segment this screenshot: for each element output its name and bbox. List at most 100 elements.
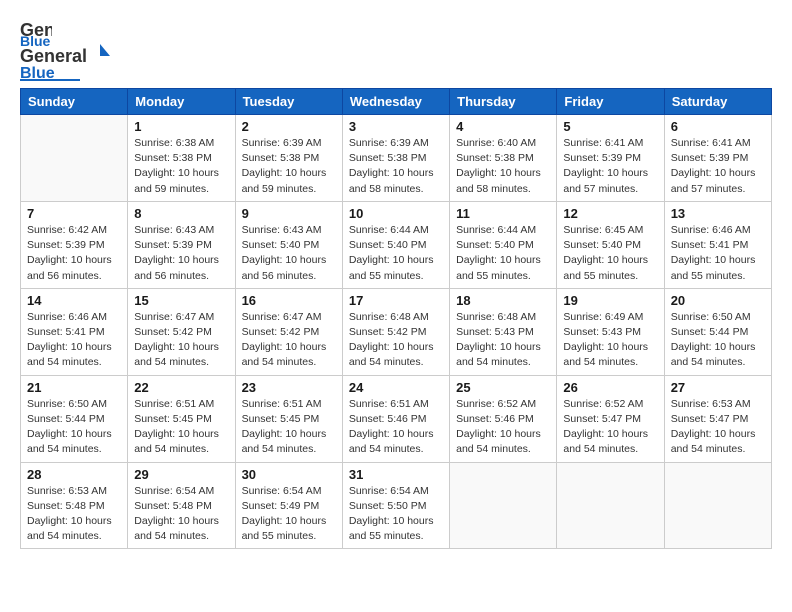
day-number: 9	[242, 206, 336, 221]
calendar-cell	[450, 462, 557, 549]
day-info: Sunrise: 6:43 AMSunset: 5:39 PMDaylight:…	[134, 223, 228, 284]
day-info: Sunrise: 6:41 AMSunset: 5:39 PMDaylight:…	[563, 136, 657, 197]
calendar-cell: 24 Sunrise: 6:51 AMSunset: 5:46 PMDayligh…	[342, 375, 449, 462]
calendar-cell: 4 Sunrise: 6:40 AMSunset: 5:38 PMDaylight…	[450, 115, 557, 202]
day-number: 30	[242, 467, 336, 482]
day-info: Sunrise: 6:43 AMSunset: 5:40 PMDaylight:…	[242, 223, 336, 284]
day-info: Sunrise: 6:39 AMSunset: 5:38 PMDaylight:…	[242, 136, 336, 197]
calendar-cell: 1Sunrise: 6:38 AMSunset: 5:38 PMDaylight…	[128, 115, 235, 202]
week-row-4: 21 Sunrise: 6:50 AMSunset: 5:44 PMDayligh…	[21, 375, 772, 462]
calendar-cell: 19 Sunrise: 6:49 AMSunset: 5:43 PMDayligh…	[557, 288, 664, 375]
day-number: 10	[349, 206, 443, 221]
week-row-1: 1Sunrise: 6:38 AMSunset: 5:38 PMDaylight…	[21, 115, 772, 202]
calendar: SundayMondayTuesdayWednesdayThursdayFrid…	[20, 88, 772, 549]
day-header-tuesday: Tuesday	[235, 89, 342, 115]
day-info: Sunrise: 6:50 AMSunset: 5:44 PMDaylight:…	[27, 397, 121, 458]
calendar-cell: 17 Sunrise: 6:48 AMSunset: 5:42 PMDayligh…	[342, 288, 449, 375]
day-number: 17	[349, 293, 443, 308]
calendar-cell: 29 Sunrise: 6:54 AMSunset: 5:48 PMDayligh…	[128, 462, 235, 549]
day-number: 3	[349, 119, 443, 134]
day-info: Sunrise: 6:52 AMSunset: 5:46 PMDaylight:…	[456, 397, 550, 458]
day-number: 24	[349, 380, 443, 395]
day-number: 6	[671, 119, 765, 134]
day-info: Sunrise: 6:41 AMSunset: 5:39 PMDaylight:…	[671, 136, 765, 197]
day-number: 25	[456, 380, 550, 395]
day-number: 31	[349, 467, 443, 482]
day-info: Sunrise: 6:54 AMSunset: 5:49 PMDaylight:…	[242, 484, 336, 545]
day-header-saturday: Saturday	[664, 89, 771, 115]
calendar-cell: 8Sunrise: 6:43 AMSunset: 5:39 PMDaylight…	[128, 201, 235, 288]
calendar-cell: 11 Sunrise: 6:44 AMSunset: 5:40 PMDayligh…	[450, 201, 557, 288]
day-info: Sunrise: 6:48 AMSunset: 5:43 PMDaylight:…	[456, 310, 550, 371]
day-info: Sunrise: 6:45 AMSunset: 5:40 PMDaylight:…	[563, 223, 657, 284]
calendar-cell: 25 Sunrise: 6:52 AMSunset: 5:46 PMDayligh…	[450, 375, 557, 462]
day-header-wednesday: Wednesday	[342, 89, 449, 115]
day-number: 15	[134, 293, 228, 308]
header: General Blue General Blue	[20, 18, 772, 82]
day-info: Sunrise: 6:47 AMSunset: 5:42 PMDaylight:…	[242, 310, 336, 371]
day-header-monday: Monday	[128, 89, 235, 115]
logo: General Blue General Blue	[20, 18, 110, 82]
day-number: 28	[27, 467, 121, 482]
day-header-thursday: Thursday	[450, 89, 557, 115]
calendar-cell: 14Sunrise: 6:46 AMSunset: 5:41 PMDayligh…	[21, 288, 128, 375]
day-info: Sunrise: 6:51 AMSunset: 5:45 PMDaylight:…	[134, 397, 228, 458]
day-number: 4	[456, 119, 550, 134]
week-row-3: 14Sunrise: 6:46 AMSunset: 5:41 PMDayligh…	[21, 288, 772, 375]
day-info: Sunrise: 6:47 AMSunset: 5:42 PMDaylight:…	[134, 310, 228, 371]
day-number: 27	[671, 380, 765, 395]
day-info: Sunrise: 6:48 AMSunset: 5:42 PMDaylight:…	[349, 310, 443, 371]
day-info: Sunrise: 6:54 AMSunset: 5:50 PMDaylight:…	[349, 484, 443, 545]
calendar-cell	[557, 462, 664, 549]
calendar-cell: 10 Sunrise: 6:44 AMSunset: 5:40 PMDayligh…	[342, 201, 449, 288]
day-number: 21	[27, 380, 121, 395]
day-number: 23	[242, 380, 336, 395]
calendar-cell: 7 Sunrise: 6:42 AMSunset: 5:39 PMDaylight…	[21, 201, 128, 288]
day-info: Sunrise: 6:54 AMSunset: 5:48 PMDaylight:…	[134, 484, 228, 545]
day-number: 1	[134, 119, 228, 134]
day-number: 14	[27, 293, 121, 308]
day-number: 11	[456, 206, 550, 221]
day-number: 2	[242, 119, 336, 134]
calendar-cell: 21 Sunrise: 6:50 AMSunset: 5:44 PMDayligh…	[21, 375, 128, 462]
week-row-5: 28Sunrise: 6:53 AMSunset: 5:48 PMDayligh…	[21, 462, 772, 549]
calendar-cell: 15 Sunrise: 6:47 AMSunset: 5:42 PMDayligh…	[128, 288, 235, 375]
calendar-cell: 28Sunrise: 6:53 AMSunset: 5:48 PMDayligh…	[21, 462, 128, 549]
calendar-cell: 22 Sunrise: 6:51 AMSunset: 5:45 PMDayligh…	[128, 375, 235, 462]
calendar-cell: 23 Sunrise: 6:51 AMSunset: 5:45 PMDayligh…	[235, 375, 342, 462]
day-number: 26	[563, 380, 657, 395]
day-number: 5	[563, 119, 657, 134]
page: General Blue General Blue SundayMon	[0, 0, 792, 559]
day-info: Sunrise: 6:49 AMSunset: 5:43 PMDaylight:…	[563, 310, 657, 371]
day-info: Sunrise: 6:40 AMSunset: 5:38 PMDaylight:…	[456, 136, 550, 197]
calendar-cell: 16 Sunrise: 6:47 AMSunset: 5:42 PMDayligh…	[235, 288, 342, 375]
day-number: 16	[242, 293, 336, 308]
calendar-cell: 3 Sunrise: 6:39 AMSunset: 5:38 PMDaylight…	[342, 115, 449, 202]
calendar-cell: 30 Sunrise: 6:54 AMSunset: 5:49 PMDayligh…	[235, 462, 342, 549]
calendar-cell	[21, 115, 128, 202]
week-row-2: 7 Sunrise: 6:42 AMSunset: 5:39 PMDaylight…	[21, 201, 772, 288]
calendar-cell	[664, 462, 771, 549]
day-info: Sunrise: 6:51 AMSunset: 5:46 PMDaylight:…	[349, 397, 443, 458]
calendar-cell: 27Sunrise: 6:53 AMSunset: 5:47 PMDayligh…	[664, 375, 771, 462]
day-info: Sunrise: 6:42 AMSunset: 5:39 PMDaylight:…	[27, 223, 121, 284]
day-info: Sunrise: 6:39 AMSunset: 5:38 PMDaylight:…	[349, 136, 443, 197]
day-number: 19	[563, 293, 657, 308]
day-number: 29	[134, 467, 228, 482]
day-number: 22	[134, 380, 228, 395]
calendar-cell: 12Sunrise: 6:45 AMSunset: 5:40 PMDayligh…	[557, 201, 664, 288]
day-info: Sunrise: 6:44 AMSunset: 5:40 PMDaylight:…	[456, 223, 550, 284]
day-info: Sunrise: 6:51 AMSunset: 5:45 PMDaylight:…	[242, 397, 336, 458]
day-number: 7	[27, 206, 121, 221]
day-number: 13	[671, 206, 765, 221]
day-number: 18	[456, 293, 550, 308]
day-info: Sunrise: 6:46 AMSunset: 5:41 PMDaylight:…	[671, 223, 765, 284]
logo-svg: General Blue	[20, 42, 110, 82]
svg-text:General: General	[20, 46, 87, 66]
calendar-cell: 13 Sunrise: 6:46 AMSunset: 5:41 PMDayligh…	[664, 201, 771, 288]
day-header-friday: Friday	[557, 89, 664, 115]
day-info: Sunrise: 6:44 AMSunset: 5:40 PMDaylight:…	[349, 223, 443, 284]
calendar-cell: 26Sunrise: 6:52 AMSunset: 5:47 PMDayligh…	[557, 375, 664, 462]
calendar-cell: 18 Sunrise: 6:48 AMSunset: 5:43 PMDayligh…	[450, 288, 557, 375]
calendar-cell: 6 Sunrise: 6:41 AMSunset: 5:39 PMDaylight…	[664, 115, 771, 202]
